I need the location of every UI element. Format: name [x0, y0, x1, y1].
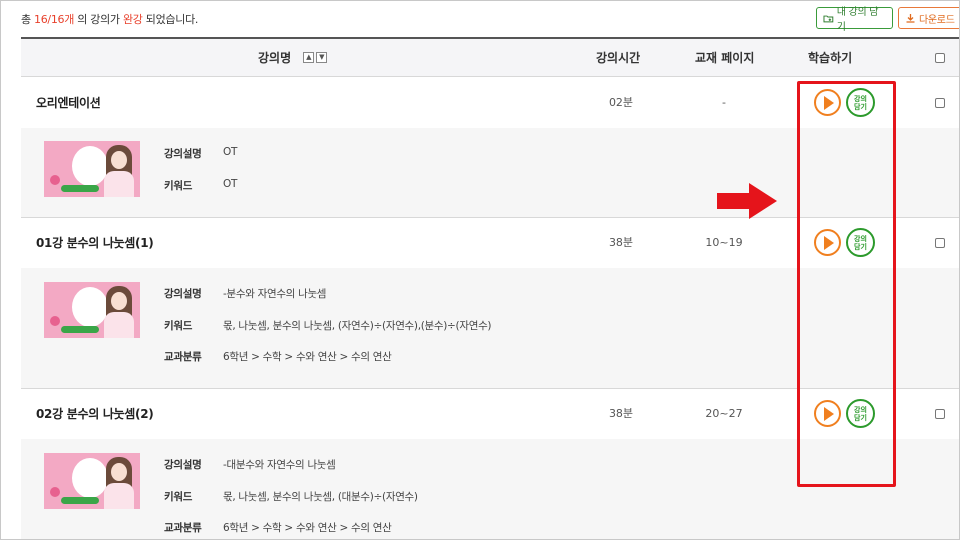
lecture-checkbox[interactable] — [935, 238, 945, 248]
red-arrow-icon — [717, 183, 777, 219]
keyword-value: OT — [223, 178, 238, 190]
lecture-time: 38분 — [608, 236, 634, 249]
lecture-time: 02분 — [608, 96, 634, 109]
thumbnail-tag — [61, 497, 99, 504]
sort-up-icon[interactable]: ▲ — [303, 52, 315, 63]
description-value: -대분수와 자연수의 나눗셈 — [223, 459, 336, 471]
lecture-thumbnail[interactable] — [44, 453, 140, 509]
keyword-label: 키워드 — [164, 180, 193, 192]
lecture-checkbox[interactable] — [935, 98, 945, 108]
column-textbook-page: 교재 페이지 — [695, 51, 755, 65]
category-value: 6학년 > 수학 > 수와 연산 > 수의 연산 — [223, 351, 392, 363]
keyword-label: 키워드 — [164, 320, 193, 332]
keyword-value: 몫, 나눗셈, 분수의 나눗셈, (자연수)÷(자연수),(분수)÷(자연수) — [223, 320, 492, 332]
thumbnail-teacher-body — [104, 483, 134, 509]
summary-suffix: 되었습니다. — [145, 13, 199, 26]
lecture-title[interactable]: 02강 분수의 나눗셈(2) — [36, 389, 154, 439]
description-label: 강의설명 — [164, 288, 202, 300]
summary-count: 16/16개 — [34, 13, 75, 26]
category-value: 6학년 > 수학 > 수와 연산 > 수의 연산 — [223, 522, 392, 534]
thumbnail-flower — [50, 316, 60, 326]
thumbnail-bubble — [72, 458, 108, 498]
lecture-title[interactable]: 오리엔테이션 — [36, 78, 101, 128]
thumbnail-flower — [50, 175, 60, 185]
column-lecture-name: 강의명 ▲ ▼ — [258, 39, 328, 77]
description-value: -분수와 자연수의 나눗셈 — [223, 288, 327, 300]
column-lecture-time: 강의시간 — [596, 51, 641, 65]
thumbnail-teacher-body — [104, 171, 134, 197]
keyword-label: 키워드 — [164, 491, 193, 503]
keyword-value: 몫, 나눗셈, 분수의 나눗셈, (대분수)÷(자연수) — [223, 491, 418, 503]
category-label: 교과분류 — [164, 522, 202, 534]
thumbnail-teacher-face — [111, 463, 127, 481]
sort-down-icon[interactable]: ▼ — [316, 52, 328, 63]
thumbnail-bubble — [72, 146, 108, 186]
completion-summary: 총 16/16개 의 강의가 완강 되었습니다. — [21, 11, 198, 27]
folder-plus-icon — [823, 15, 834, 22]
add-to-my-lectures-label: 내 강의 담기 — [836, 7, 879, 33]
download-icon — [906, 13, 915, 23]
lecture-page: 20~27 — [705, 407, 743, 420]
lecture-page: 10~19 — [705, 236, 743, 249]
column-lecture-name-label: 강의명 — [258, 51, 292, 65]
study-column-highlight-box — [797, 81, 896, 487]
add-to-my-lectures-button[interactable]: 내 강의 담기 — [816, 7, 893, 33]
summary-middle: 의 강의가 — [77, 13, 120, 26]
description-value: OT — [223, 146, 238, 158]
lecture-page: - — [722, 96, 726, 109]
summary-prefix: 총 — [21, 13, 31, 26]
lecture-checkbox[interactable] — [935, 409, 945, 419]
thumbnail-flower — [50, 487, 60, 497]
select-all-checkbox[interactable] — [935, 53, 945, 63]
category-label: 교과분류 — [164, 351, 202, 363]
thumbnail-teacher-body — [104, 312, 134, 338]
thumbnail-teacher-face — [111, 292, 127, 310]
download-label: 다운로드 — [919, 14, 955, 26]
lecture-title[interactable]: 01강 분수의 나눗셈(1) — [36, 218, 154, 268]
thumbnail-tag — [61, 185, 99, 192]
thumbnail-bubble — [72, 287, 108, 327]
column-study: 학습하기 — [808, 51, 853, 65]
thumbnail-teacher-face — [111, 151, 127, 169]
lecture-time: 38분 — [608, 407, 634, 420]
description-label: 강의설명 — [164, 148, 202, 160]
description-label: 강의설명 — [164, 459, 202, 471]
lecture-thumbnail[interactable] — [44, 141, 140, 197]
thumbnail-tag — [61, 326, 99, 333]
lecture-thumbnail[interactable] — [44, 282, 140, 338]
lecture-list-panel: 총 16/16개 의 강의가 완강 되었습니다. 내 강의 담기 다운로드 강의… — [0, 0, 960, 540]
summary-status: 완강 — [122, 13, 143, 26]
download-button[interactable]: 다운로드 — [898, 7, 959, 29]
table-header: 강의명 ▲ ▼ 강의시간 교재 페이지 학습하기 — [21, 37, 959, 77]
